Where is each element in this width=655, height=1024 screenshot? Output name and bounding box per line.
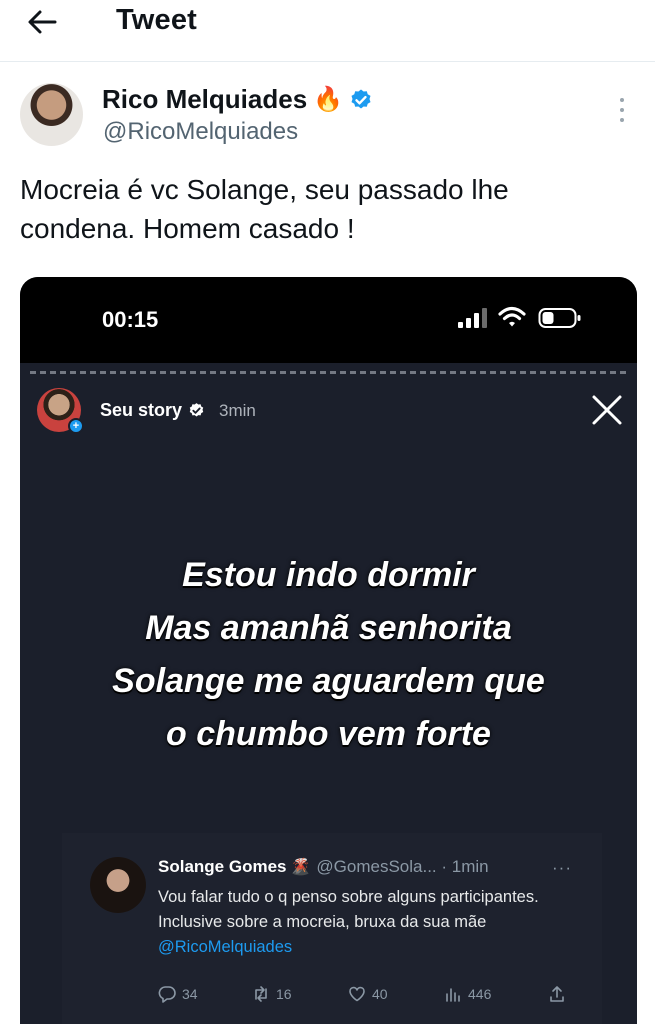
share-icon bbox=[550, 986, 564, 1002]
add-story-icon: + bbox=[68, 418, 84, 434]
tweet-detail-page: Tweet Rico Melquiades 🔥 @RicoMelquiades … bbox=[0, 0, 655, 1024]
quote-mention: @RicoMelquiades bbox=[158, 938, 293, 956]
author-name[interactable]: Rico Melquiades bbox=[102, 84, 307, 115]
signal-icon bbox=[458, 308, 487, 328]
top-bar: Tweet bbox=[0, 0, 655, 62]
quote-like: 40 bbox=[348, 985, 388, 1003]
quote-author-name: Solange Gomes bbox=[158, 857, 287, 876]
fire-emoji: 🔥 bbox=[313, 85, 344, 113]
story-line: o chumbo vem forte bbox=[166, 715, 491, 753]
quote-retweet: 16 bbox=[252, 985, 292, 1003]
quote-share bbox=[548, 985, 566, 1003]
quote-avatar bbox=[90, 857, 146, 913]
verified-badge-icon bbox=[351, 89, 371, 108]
more-vertical-icon[interactable] bbox=[612, 98, 632, 122]
quoted-tweet-screenshot: Solange Gomes 🌋 @GomesSola... · 1min ···… bbox=[62, 833, 602, 1024]
quote-reply: 34 bbox=[158, 985, 198, 1003]
quote-text: Vou falar tudo o q penso sobre alguns pa… bbox=[158, 885, 578, 960]
author-handle[interactable]: @RicoMelquiades bbox=[103, 118, 298, 146]
author-avatar[interactable] bbox=[20, 83, 83, 146]
retweet-count: 16 bbox=[276, 986, 292, 1002]
quote-handle-time: @GomesSola... · 1min bbox=[316, 857, 489, 876]
phone-status-bar: 00:15 bbox=[20, 277, 637, 363]
tweet-text: Mocreia é vc Solange, seu passado lhe co… bbox=[20, 174, 509, 244]
close-icon bbox=[592, 395, 622, 425]
volcano-emoji: 🌋 bbox=[290, 859, 311, 876]
story-time: 3min bbox=[219, 400, 256, 420]
story-caption: Estou indo dormir Mas amanhã senhorita S… bbox=[20, 549, 637, 761]
quote-body: Vou falar tudo o q penso sobre alguns pa… bbox=[158, 888, 539, 931]
battery-icon bbox=[538, 308, 581, 328]
page-title: Tweet bbox=[116, 4, 198, 36]
tweet-media-image[interactable]: 00:15 + Seu story 3min Estou indo dormir… bbox=[20, 277, 637, 1024]
quote-actions: 34 16 40 446 bbox=[158, 985, 568, 1009]
quote-header: Solange Gomes 🌋 @GomesSola... · 1min bbox=[158, 857, 489, 877]
story-screen: + Seu story 3min Estou indo dormir Mas a… bbox=[20, 363, 637, 1024]
reply-icon bbox=[158, 986, 176, 1003]
quote-more-icon: ··· bbox=[552, 858, 572, 877]
author-name-row[interactable]: Rico Melquiades 🔥 bbox=[102, 84, 373, 115]
retweet-icon bbox=[255, 986, 267, 1002]
heart-icon bbox=[349, 986, 365, 1002]
views-icon bbox=[446, 988, 460, 1002]
story-line: Solange me aguardem que bbox=[112, 662, 545, 700]
story-line: Estou indo dormir bbox=[182, 556, 475, 594]
back-button[interactable] bbox=[18, 4, 66, 40]
status-time: 00:15 bbox=[102, 307, 159, 332]
arrow-left-icon bbox=[28, 10, 57, 34]
reply-count: 34 bbox=[182, 986, 198, 1002]
quote-views: 446 bbox=[444, 985, 491, 1003]
wifi-icon bbox=[498, 306, 526, 327]
story-label: Seu story bbox=[100, 400, 183, 420]
story-line: Mas amanhã senhorita bbox=[145, 609, 512, 647]
like-count: 40 bbox=[372, 986, 388, 1002]
view-count: 446 bbox=[468, 986, 492, 1002]
story-verified-icon bbox=[189, 403, 204, 417]
story-progress-bar bbox=[30, 371, 626, 374]
story-header: Seu story 3min bbox=[100, 400, 256, 421]
